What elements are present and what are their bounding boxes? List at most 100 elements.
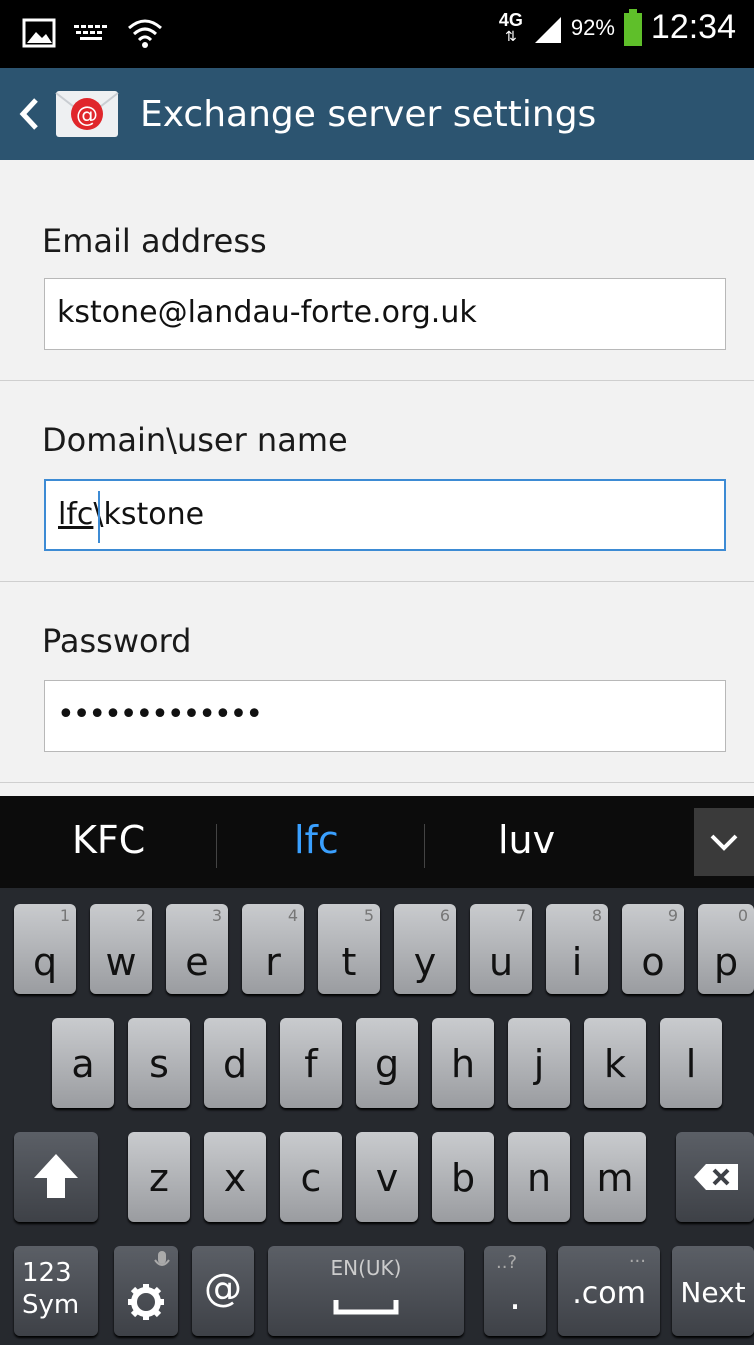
key-c[interactable]: c: [280, 1132, 342, 1222]
key-w[interactable]: 2w: [90, 904, 152, 994]
key-label: m: [596, 1156, 634, 1200]
key-hint: ..?: [496, 1252, 517, 1273]
email-label: Email address: [42, 222, 267, 260]
key-hint: 9: [667, 906, 678, 925]
status-left-icons: [22, 16, 164, 50]
suggestion-1[interactable]: KFC: [72, 818, 145, 862]
suggestion-expand-button[interactable]: [694, 808, 754, 876]
key-l[interactable]: l: [660, 1018, 722, 1108]
key-n[interactable]: n: [508, 1132, 570, 1222]
key-i[interactable]: 8i: [546, 904, 608, 994]
key-label: v: [375, 1156, 399, 1200]
key-label: d: [222, 1042, 248, 1086]
key-j[interactable]: j: [508, 1018, 570, 1108]
key-label: a: [71, 1042, 95, 1086]
keyboard: KFC lfc luv 1q 2w 3e 4r 5t 6y 7u 8i 9o 0…: [0, 796, 754, 1345]
shift-arrow-icon: [34, 1154, 78, 1198]
period-key[interactable]: ..? .: [484, 1246, 546, 1336]
settings-form: Email address kstone@landau-forte.org.uk…: [0, 160, 754, 796]
username-value: lfc\kstone: [58, 497, 204, 532]
key-hint: 0: [737, 906, 748, 925]
clock: 12:34: [650, 8, 736, 46]
key-o[interactable]: 9o: [622, 904, 684, 994]
username-section: Domain\user name lfc\kstone: [0, 381, 754, 582]
key-label: l: [685, 1042, 697, 1086]
key-f[interactable]: f: [280, 1018, 342, 1108]
key-hint: 5: [363, 906, 374, 925]
key-q[interactable]: 1q: [14, 904, 76, 994]
key-x[interactable]: x: [204, 1132, 266, 1222]
status-bar: 4G ⇅ 92% 12:34: [0, 0, 754, 68]
back-chevron-icon: [19, 98, 38, 130]
space-key[interactable]: EN(UK): [268, 1246, 464, 1336]
key-v[interactable]: v: [356, 1132, 418, 1222]
key-label: z: [149, 1156, 169, 1200]
at-key[interactable]: @: [192, 1246, 254, 1336]
password-label: Password: [42, 622, 192, 660]
key-hint: ...: [628, 1246, 646, 1267]
key-hint: 6: [439, 906, 450, 925]
key-label: w: [105, 940, 137, 984]
key-k[interactable]: k: [584, 1018, 646, 1108]
next-key[interactable]: Next: [672, 1246, 754, 1336]
key-label: x: [223, 1156, 247, 1200]
symbols-key-top: 123: [22, 1258, 72, 1288]
key-u[interactable]: 7u: [470, 904, 532, 994]
keyboard-icon: [74, 25, 107, 40]
suggestion-divider: [216, 824, 217, 868]
action-bar: @ Exchange server settings: [0, 68, 754, 160]
key-h[interactable]: h: [432, 1018, 494, 1108]
key-p[interactable]: 0p: [698, 904, 754, 994]
key-y[interactable]: 6y: [394, 904, 456, 994]
password-value: •••••••••••••: [57, 697, 263, 732]
key-label: j: [533, 1042, 545, 1086]
username-field[interactable]: lfc\kstone: [44, 479, 726, 551]
signal-icon: [534, 16, 561, 43]
key-b[interactable]: b: [432, 1132, 494, 1222]
text-cursor: [98, 491, 100, 543]
suggestion-2[interactable]: lfc: [294, 818, 339, 862]
key-label: Next: [680, 1276, 746, 1309]
settings-key[interactable]: [114, 1246, 178, 1336]
key-s[interactable]: s: [128, 1018, 190, 1108]
key-label: n: [526, 1156, 552, 1200]
key-t[interactable]: 5t: [318, 904, 380, 994]
key-label: q: [32, 940, 58, 984]
key-label: .com: [572, 1276, 646, 1311]
dotcom-key[interactable]: ... .com: [558, 1246, 660, 1336]
email-value: kstone@landau-forte.org.uk: [57, 295, 477, 330]
email-section: Email address kstone@landau-forte.org.uk: [0, 160, 754, 381]
network-label: 4G: [498, 9, 523, 30]
key-label: @: [204, 1266, 242, 1310]
key-d[interactable]: d: [204, 1018, 266, 1108]
key-label: s: [149, 1042, 169, 1086]
data-arrows-icon: ⇅: [504, 27, 517, 44]
symbols-key[interactable]: 123 Sym: [14, 1246, 98, 1336]
key-hint: 4: [287, 906, 298, 925]
key-label: k: [603, 1042, 626, 1086]
key-label: y: [413, 940, 437, 984]
email-field[interactable]: kstone@landau-forte.org.uk: [44, 278, 726, 350]
key-label: g: [374, 1042, 400, 1086]
password-field[interactable]: •••••••••••••: [44, 680, 726, 752]
battery-icon: [623, 8, 642, 46]
key-e[interactable]: 3e: [166, 904, 228, 994]
key-a[interactable]: a: [52, 1018, 114, 1108]
suggestion-3[interactable]: luv: [498, 818, 555, 862]
email-app-icon: @: [55, 91, 119, 137]
battery-percent: 92%: [570, 14, 615, 40]
suggestion-bar: KFC lfc luv: [0, 796, 754, 888]
key-label: u: [488, 940, 514, 984]
key-z[interactable]: z: [128, 1132, 190, 1222]
key-hint: 7: [515, 906, 526, 925]
key-hint: 1: [59, 906, 70, 925]
key-g[interactable]: g: [356, 1018, 418, 1108]
back-button[interactable]: [0, 68, 40, 160]
key-r[interactable]: 4r: [242, 904, 304, 994]
microphone-icon: [154, 1251, 170, 1266]
backspace-key[interactable]: [676, 1132, 754, 1222]
shift-key[interactable]: [14, 1132, 98, 1222]
key-m[interactable]: m: [584, 1132, 646, 1222]
network-type: 4G ⇅: [498, 9, 523, 44]
symbols-key-bottom: Sym: [22, 1290, 80, 1320]
